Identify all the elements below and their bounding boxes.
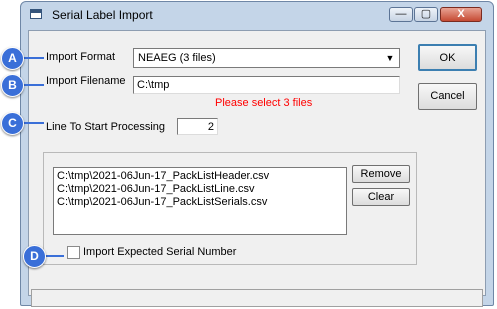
import-serial-label: Import Expected Serial Number [83,246,237,258]
validation-message: Please select 3 files [215,97,313,109]
dialog-window: Serial Label Import — ▢ X Import Format … [20,1,494,307]
clear-button[interactable]: Clear [352,188,410,206]
cancel-button[interactable]: Cancel [418,83,477,110]
import-format-dropdown[interactable]: NEAEG (3 files) ▼ [133,48,400,68]
minimize-button[interactable]: — [389,7,413,22]
window-title: Serial Label Import [52,8,153,22]
callout-d-badge: D [23,245,46,268]
remove-button[interactable]: Remove [352,165,410,183]
line-start-label: Line To Start Processing [46,121,166,133]
line-start-input[interactable] [178,121,217,133]
import-filename-field[interactable] [133,76,402,94]
list-item[interactable]: C:\tmp\2021-06Jun-17_PackListHeader.csv [57,170,269,182]
import-filename-input[interactable] [134,79,402,91]
file-listbox[interactable]: C:\tmp\2021-06Jun-17_PackListHeader.csv … [53,167,347,235]
import-format-value: NEAEG (3 files) [138,52,216,64]
callout-b-badge: B [1,74,24,97]
status-bar [31,289,483,307]
ok-button[interactable]: OK [418,44,477,71]
import-serial-checkbox[interactable] [67,246,80,259]
chevron-down-icon[interactable]: ▼ [382,50,398,66]
import-format-label: Import Format [46,51,116,63]
callout-a-badge: A [1,47,24,70]
title-bar[interactable]: Serial Label Import — ▢ X [21,2,493,26]
import-filename-label: Import Filename [46,75,126,87]
list-item[interactable]: C:\tmp\2021-06Jun-17_PackListLine.csv [57,183,255,195]
close-button[interactable]: X [440,7,482,22]
callout-c-badge: C [1,112,24,135]
line-start-field[interactable] [177,118,218,135]
list-item[interactable]: C:\tmp\2021-06Jun-17_PackListSerials.csv [57,196,267,208]
dialog-client-area: Import Format NEAEG (3 files) ▼ Import F… [28,30,486,307]
maximize-button[interactable]: ▢ [414,7,438,22]
window-app-icon [30,9,42,19]
